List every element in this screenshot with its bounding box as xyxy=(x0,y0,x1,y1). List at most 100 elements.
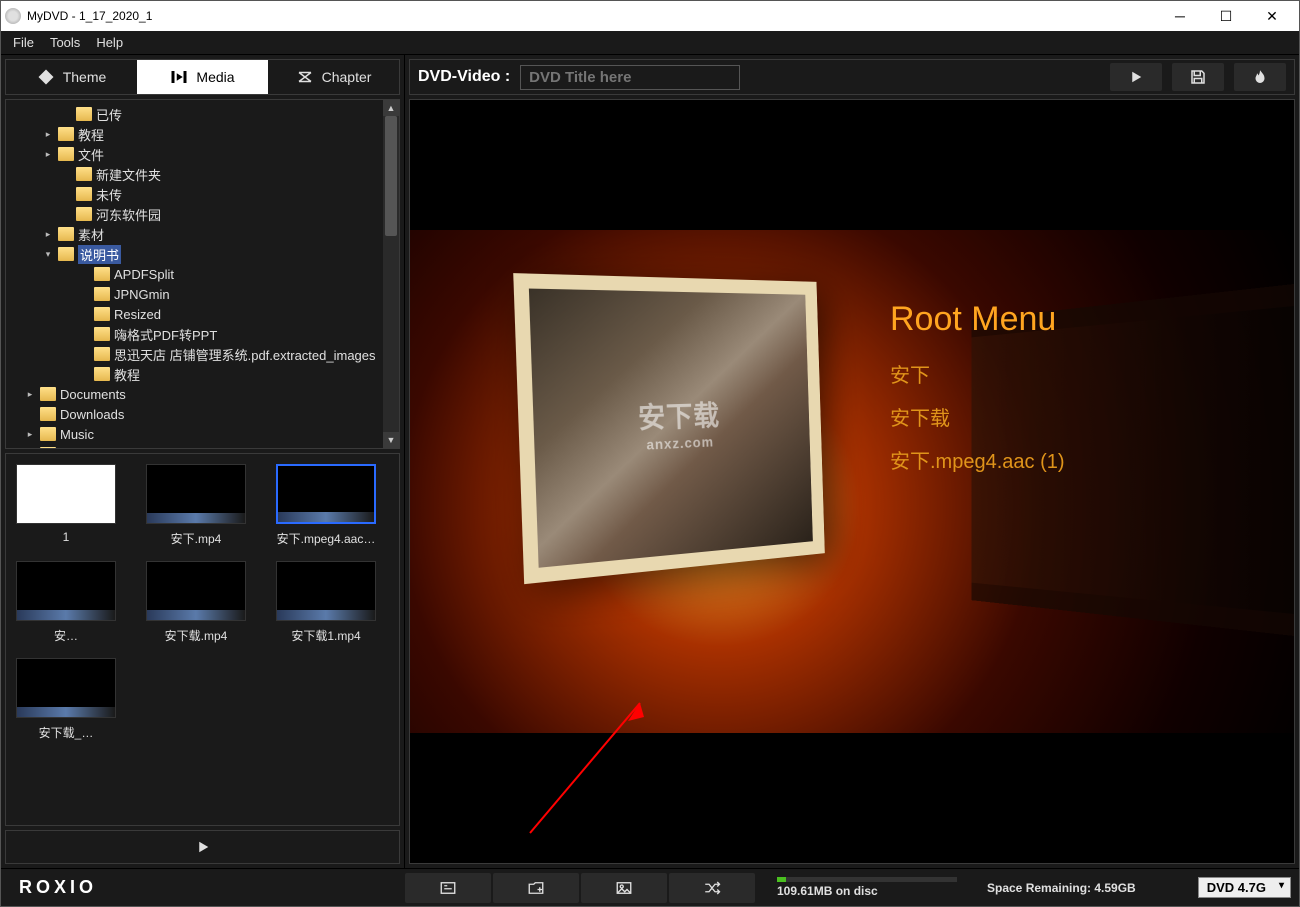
tab-theme-label: Theme xyxy=(63,69,107,85)
menu-file[interactable]: File xyxy=(5,31,42,55)
expand-arrow-icon[interactable]: ▸ xyxy=(24,429,36,440)
thumbnail-item[interactable]: 1 xyxy=(16,464,116,547)
tree-item-label: 文件 xyxy=(78,145,104,164)
expand-arrow-icon[interactable] xyxy=(78,369,90,379)
status-bar: ROXIO 109.61MB on disc Space Remaining: … xyxy=(1,868,1299,906)
folder-icon xyxy=(40,447,56,448)
disc-usage-meter: 109.61MB on disc xyxy=(777,877,957,898)
expand-arrow-icon[interactable] xyxy=(60,209,72,219)
expand-arrow-icon[interactable] xyxy=(24,409,36,419)
thumbnail-preview xyxy=(16,658,116,718)
tree-item[interactable]: 新建文件夹 xyxy=(6,164,383,184)
thumbnail-item[interactable]: 安下.mpeg4.aac… xyxy=(276,464,376,547)
expand-arrow-icon[interactable]: ▸ xyxy=(24,389,36,400)
dvd-title-input[interactable] xyxy=(520,65,740,90)
folder-tree[interactable]: 已传▸教程▸文件 新建文件夹 未传 河东软件园▸素材▾说明书 APDFSplit… xyxy=(5,99,400,449)
expand-arrow-icon[interactable]: ▸ xyxy=(42,129,54,140)
shuffle-button[interactable] xyxy=(669,873,755,903)
thumbnail-label: 安下载1.mp4 xyxy=(291,627,360,644)
burn-button[interactable] xyxy=(1234,63,1286,91)
tree-item[interactable]: ▸ Music xyxy=(6,424,383,444)
expand-arrow-icon[interactable] xyxy=(78,329,90,339)
expand-arrow-icon[interactable] xyxy=(60,109,72,119)
tree-item[interactable]: 已传 xyxy=(6,104,383,124)
tree-item[interactable]: Downloads xyxy=(6,404,383,424)
expand-arrow-icon[interactable] xyxy=(78,349,90,359)
tree-item[interactable]: 未传 xyxy=(6,184,383,204)
tree-item[interactable]: ▸ 文件 xyxy=(6,144,383,164)
tree-item[interactable]: ▸Pictures xyxy=(6,444,383,448)
thumbnail-item[interactable]: 安下载.mp4 xyxy=(146,561,246,644)
tab-chapter[interactable]: Chapter xyxy=(268,60,399,94)
menu-item[interactable]: 安下.mpeg4.aac (1) xyxy=(890,445,1065,474)
tree-item-label: Pictures xyxy=(60,447,107,449)
edit-text-button[interactable] xyxy=(405,873,491,903)
expand-arrow-icon[interactable]: ▸ xyxy=(42,149,54,160)
folder-icon xyxy=(40,387,56,401)
add-media-button[interactable] xyxy=(493,873,579,903)
tree-item-label: 思迅天店 店铺管理系统.pdf.extracted_images xyxy=(114,345,376,364)
thumbnail-preview xyxy=(276,561,376,621)
menu-help[interactable]: Help xyxy=(88,31,131,55)
tree-item[interactable]: JPNGmin xyxy=(6,284,383,304)
tree-item-label: 河东软件园 xyxy=(96,205,161,224)
preview-play-bar[interactable] xyxy=(5,830,400,864)
tree-item[interactable]: 河东软件园 xyxy=(6,204,383,224)
expand-arrow-icon[interactable] xyxy=(78,289,90,299)
folder-icon xyxy=(40,427,56,441)
image-button[interactable] xyxy=(581,873,667,903)
tree-item-label: 未传 xyxy=(96,185,122,204)
maximize-button[interactable]: ☐ xyxy=(1203,1,1249,31)
menu-text-block: Root Menu 安下 安下载 安下.mpeg4.aac (1) xyxy=(890,300,1065,488)
tree-item-label: 素材 xyxy=(78,225,104,244)
thumbnail-item[interactable]: 安… xyxy=(16,561,116,644)
thumbnail-label: 1 xyxy=(63,530,70,544)
save-button[interactable] xyxy=(1172,63,1224,91)
tree-item[interactable]: Resized xyxy=(6,304,383,324)
expand-arrow-icon[interactable] xyxy=(78,269,90,279)
thumbnail-preview xyxy=(146,561,246,621)
tree-item-label: 嗨格式PDF转PPT xyxy=(114,325,217,344)
tree-item[interactable]: ▸ 素材 xyxy=(6,224,383,244)
tree-item[interactable]: 嗨格式PDF转PPT xyxy=(6,324,383,344)
disc-type-select[interactable]: DVD 4.7G xyxy=(1198,877,1291,898)
preview-play-button[interactable] xyxy=(1110,63,1162,91)
scroll-down-icon[interactable]: ▼ xyxy=(383,432,399,448)
tree-item[interactable]: 教程 xyxy=(6,364,383,384)
expand-arrow-icon[interactable] xyxy=(60,169,72,179)
thumbnail-label: 安下载_… xyxy=(39,724,94,741)
folder-icon xyxy=(94,347,110,361)
scroll-up-icon[interactable]: ▲ xyxy=(383,100,399,116)
menu-item[interactable]: 安下载 xyxy=(890,402,1065,431)
expand-arrow-icon[interactable]: ▸ xyxy=(42,229,54,240)
expand-arrow-icon[interactable]: ▾ xyxy=(42,249,54,260)
folder-icon xyxy=(94,327,110,341)
tree-item-label: 已传 xyxy=(96,105,122,124)
close-button[interactable]: ✕ xyxy=(1249,1,1295,31)
thumbnail-label: 安下载.mp4 xyxy=(165,627,228,644)
folder-icon xyxy=(94,267,110,281)
thumbnail-item[interactable]: 安下载_… xyxy=(16,658,116,741)
tab-media[interactable]: Media xyxy=(137,60,268,94)
play-icon xyxy=(194,838,212,856)
tree-item[interactable]: 思迅天店 店铺管理系统.pdf.extracted_images xyxy=(6,344,383,364)
minimize-button[interactable]: ─ xyxy=(1157,1,1203,31)
space-remaining-label: Space Remaining: 4.59GB xyxy=(987,881,1136,895)
tab-theme[interactable]: Theme xyxy=(6,60,137,94)
tree-item[interactable]: ▸Documents xyxy=(6,384,383,404)
tree-scrollbar[interactable]: ▲ ▼ xyxy=(383,100,399,448)
menu-tools[interactable]: Tools xyxy=(42,31,88,55)
menu-item[interactable]: 安下 xyxy=(890,359,1065,388)
tree-item-label: 说明书 xyxy=(78,245,121,264)
tree-item[interactable]: APDFSplit xyxy=(6,264,383,284)
tree-item[interactable]: ▾ 说明书 xyxy=(6,244,383,264)
thumbnail-item[interactable]: 安下载1.mp4 xyxy=(276,561,376,644)
dvd-menu-preview[interactable]: 安下载 anxz.com Root Menu 安下 安下载 安下.mpeg4.a… xyxy=(409,99,1295,864)
scroll-thumb[interactable] xyxy=(385,116,397,236)
tree-item-label: Music xyxy=(60,427,94,442)
thumbnail-item[interactable]: 安下.mp4 xyxy=(146,464,246,547)
thumbnail-preview xyxy=(146,464,246,524)
tree-item[interactable]: ▸教程 xyxy=(6,124,383,144)
expand-arrow-icon[interactable] xyxy=(60,189,72,199)
expand-arrow-icon[interactable] xyxy=(78,309,90,319)
